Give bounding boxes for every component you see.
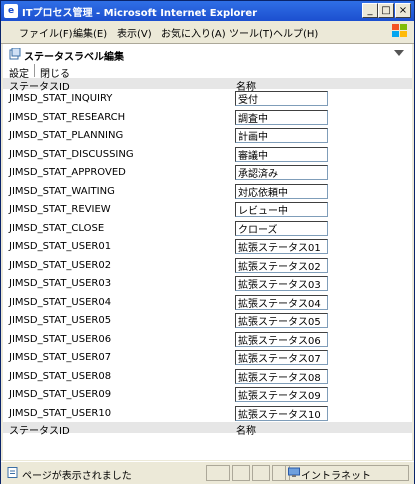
status-name-input[interactable] (235, 91, 328, 106)
table-row: JIMSD_STAT_USER03 (3, 274, 412, 293)
footer-status-id: ステータスID (9, 426, 70, 437)
status-id-cell: JIMSD_STAT_PLANNING (9, 130, 124, 141)
table-row: JIMSD_STAT_APPROVED (3, 163, 412, 182)
status-id-cell: JIMSD_STAT_CLOSE (9, 222, 105, 234)
status-name-input[interactable] (235, 220, 328, 236)
table-row: JIMSD_STAT_REVIEW (3, 200, 412, 219)
table-row: JIMSD_STAT_USER05 (3, 311, 412, 330)
label-edit-icon (9, 48, 21, 60)
table-row: JIMSD_STAT_PLANNING (3, 126, 412, 145)
table-header-row: ステータスID 名称 (3, 78, 412, 93)
ie-app-icon: e (4, 4, 18, 18)
status-name-input[interactable] (235, 313, 328, 328)
status-id-cell: JIMSD_STAT_REVIEW (9, 204, 111, 215)
status-id-cell: JIMSD_STAT_USER01 (9, 241, 112, 252)
status-bar: ページが表示されました イントラネット (1, 461, 414, 484)
status-name-input[interactable] (235, 331, 328, 347)
maximize-button[interactable]: □ (378, 3, 394, 18)
table-row: JIMSD_STAT_USER09 (3, 385, 412, 404)
status-id-cell: JIMSD_STAT_DISCUSSING (9, 148, 134, 160)
status-id-cell: JIMSD_STAT_USER02 (9, 259, 112, 271)
status-id-cell: JIMSD_STAT_USER05 (9, 315, 112, 326)
table-row: JIMSD_STAT_USER04 (3, 293, 412, 312)
table-footer-row: ステータスID 名称 (3, 422, 412, 437)
table-row: JIMSD_STAT_INQUIRY (3, 89, 412, 108)
windows-logo-icon (392, 24, 407, 37)
status-name-input[interactable] (235, 183, 328, 199)
status-label-table: ステータスID 名称 JIMSD_STAT_INQUIRY JIMSD_STAT_… (3, 78, 412, 437)
toolbar-divider (34, 64, 35, 77)
menu-file[interactable]: ファイル(F) (19, 25, 73, 40)
status-name-input[interactable] (235, 350, 328, 365)
status-name-input[interactable] (235, 109, 328, 125)
status-name-input[interactable] (235, 387, 328, 402)
intranet-icon (288, 467, 300, 477)
menu-edit[interactable]: 編集(E) (73, 25, 107, 40)
collapse-arrow-icon[interactable] (394, 50, 404, 56)
footer-name: 名称 (236, 426, 256, 437)
panel-title: ステータスラベル編集 (24, 52, 124, 63)
table-row: JIMSD_STAT_RESEARCH (3, 108, 412, 127)
status-id-cell: JIMSD_STAT_USER10 (9, 407, 112, 419)
status-id-cell: JIMSD_STAT_USER04 (9, 296, 112, 308)
status-name-input[interactable] (235, 257, 328, 273)
status-pane (252, 465, 270, 481)
status-name-input[interactable] (235, 202, 328, 217)
status-name-input[interactable] (235, 128, 328, 143)
toolbar: 設定 閉じる (3, 64, 412, 80)
status-id-cell: JIMSD_STAT_INQUIRY (9, 93, 113, 104)
menu-help[interactable]: ヘルプ(H) (273, 25, 318, 40)
status-name-input[interactable] (235, 146, 328, 162)
window-title: ITプロセス管理 - Microsoft Internet Explorer (22, 8, 258, 19)
status-id-cell: JIMSD_STAT_USER06 (9, 333, 112, 345)
status-name-input[interactable] (235, 294, 328, 310)
menu-bar: ファイル(F) 編集(E) 表示(V) お気に入り(A) ツール(T) ヘルプ(… (1, 21, 414, 44)
title-bar[interactable]: e ITプロセス管理 - Microsoft Internet Explorer… (1, 1, 414, 21)
menu-tools[interactable]: ツール(T) (229, 25, 273, 40)
table-row: JIMSD_STAT_USER07 (3, 348, 412, 367)
status-id-cell: JIMSD_STAT_WAITING (9, 185, 115, 197)
browser-window: e ITプロセス管理 - Microsoft Internet Explorer… (0, 0, 415, 484)
status-name-input[interactable] (235, 239, 328, 254)
status-name-input[interactable] (235, 405, 328, 421)
minimize-button[interactable]: _ (362, 3, 378, 18)
status-name-input[interactable] (235, 276, 328, 291)
table-row: JIMSD_STAT_WAITING (3, 182, 412, 201)
status-id-cell: JIMSD_STAT_USER03 (9, 278, 112, 289)
menu-view[interactable]: 表示(V) (117, 25, 152, 40)
table-row: JIMSD_STAT_USER01 (3, 237, 412, 256)
status-pane (232, 465, 250, 481)
page-icon (7, 467, 18, 478)
status-id-cell: JIMSD_STAT_APPROVED (9, 167, 126, 178)
status-name-input[interactable] (235, 368, 328, 384)
status-id-cell: JIMSD_STAT_USER08 (9, 370, 112, 382)
table-row: JIMSD_STAT_CLOSE (3, 219, 412, 238)
panel-header: ステータスラベル編集 (3, 44, 412, 64)
menu-favorites[interactable]: お気に入り(A) (161, 25, 226, 40)
close-button[interactable]: × (395, 3, 411, 18)
status-name-input[interactable] (235, 165, 328, 180)
status-id-cell: JIMSD_STAT_RESEARCH (9, 111, 126, 123)
status-id-cell: JIMSD_STAT_USER09 (9, 389, 112, 400)
status-pane (206, 465, 230, 481)
page-content: ステータスラベル編集 設定 閉じる ステータスID 名称 JIMSD_STAT_… (3, 44, 412, 460)
zone-text: イントラネット (301, 471, 371, 482)
table-row: JIMSD_STAT_USER02 (3, 256, 412, 275)
table-row: JIMSD_STAT_DISCUSSING (3, 145, 412, 164)
status-id-cell: JIMSD_STAT_USER07 (9, 352, 112, 363)
table-row: JIMSD_STAT_USER06 (3, 330, 412, 349)
table-row: JIMSD_STAT_USER10 (3, 404, 412, 423)
table-row: JIMSD_STAT_USER08 (3, 367, 412, 386)
status-text: ページが表示されました (22, 471, 132, 482)
